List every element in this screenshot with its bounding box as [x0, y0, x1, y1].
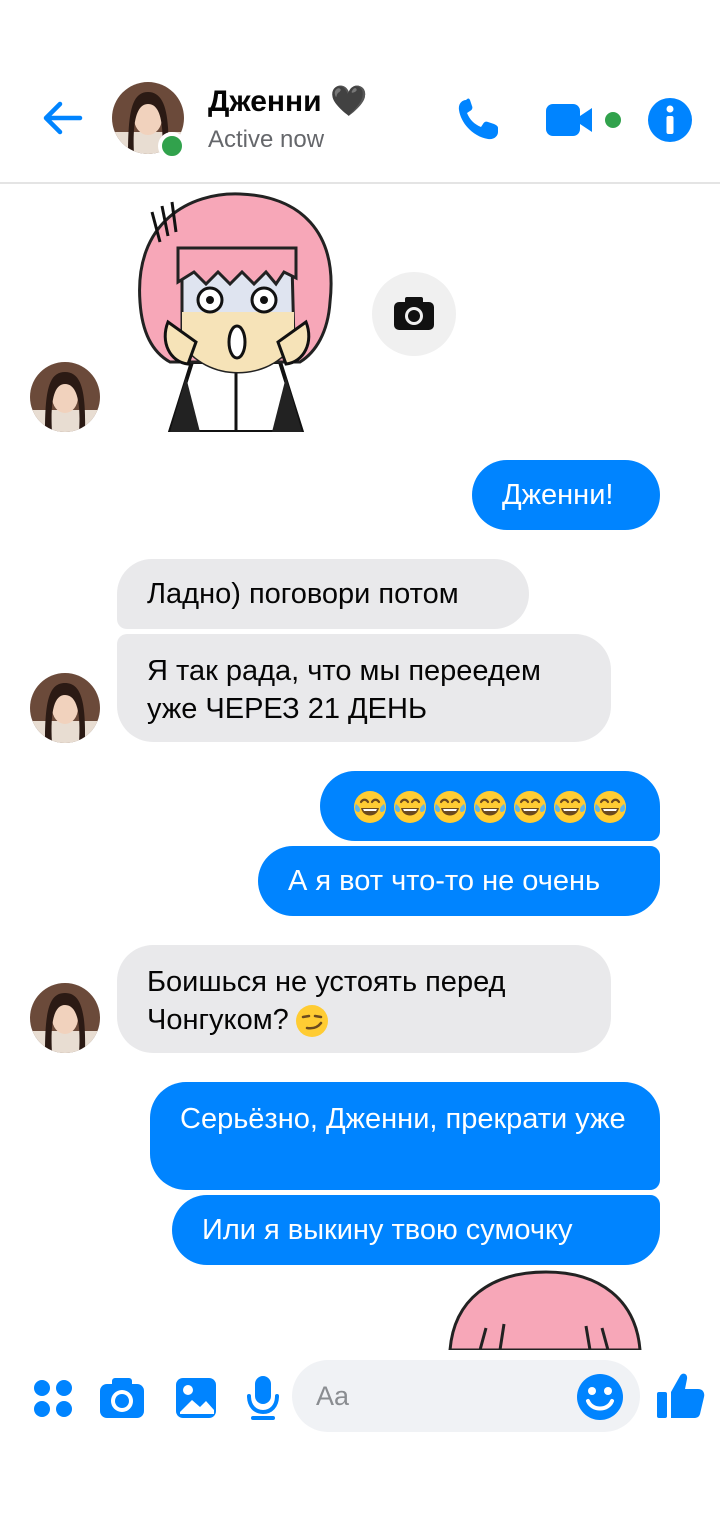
gallery-icon[interactable] — [174, 1372, 218, 1424]
contact-name[interactable]: Дженни 🖤 — [208, 84, 367, 119]
video-camera-icon[interactable] — [544, 94, 626, 146]
message-incoming[interactable]: Я так рада, что мы переедем уже ЧЕРЕЗ 21… — [117, 634, 611, 742]
message-outgoing[interactable]: А я вот что-то не очень — [258, 846, 660, 916]
message-incoming[interactable]: Ладно) поговори потом — [117, 559, 529, 629]
tears-of-joy-emoji-icon — [474, 791, 506, 824]
sticker-partial[interactable] — [440, 1270, 650, 1350]
info-icon[interactable] — [644, 94, 696, 146]
phone-icon[interactable] — [452, 94, 504, 146]
message-outgoing-emojis[interactable] — [320, 771, 660, 841]
microphone-icon[interactable] — [246, 1372, 280, 1424]
tears-of-joy-emoji-icon — [434, 791, 466, 824]
conversation-header: Дженни 🖤 Active now — [0, 0, 720, 184]
online-indicator — [158, 132, 186, 160]
contact-avatar-small[interactable] — [30, 983, 100, 1053]
tears-of-joy-emoji-icon — [394, 791, 426, 824]
contact-avatar-small[interactable] — [30, 673, 100, 743]
smirk-emoji-icon — [295, 1005, 328, 1038]
tears-of-joy-emoji-icon — [514, 791, 546, 824]
sticker-shocked-girl[interactable] — [130, 192, 340, 432]
tears-of-joy-emoji-icon — [354, 791, 386, 824]
apps-icon[interactable] — [30, 1372, 78, 1424]
camera-action-button[interactable] — [372, 272, 456, 356]
message-outgoing[interactable]: Или я выкину твою сумочку — [172, 1195, 660, 1265]
message-outgoing[interactable]: Дженни! — [472, 460, 660, 530]
message-outgoing[interactable]: Серьёзно, Дженни, прекрати уже — [150, 1082, 660, 1190]
active-status: Active now — [208, 126, 325, 153]
smiley-icon[interactable] — [576, 1373, 624, 1421]
tears-of-joy-emoji-icon — [594, 791, 626, 824]
message-input[interactable] — [316, 1378, 556, 1414]
camera-icon[interactable] — [98, 1372, 146, 1424]
message-incoming[interactable]: Боишься не устоять перед Чонгуком? — [117, 945, 611, 1053]
tears-of-joy-emoji-icon — [554, 791, 586, 824]
contact-avatar-small[interactable] — [30, 362, 100, 432]
camera-icon — [394, 297, 434, 330]
back-arrow-icon[interactable] — [38, 94, 86, 142]
thumbs-up-icon[interactable] — [654, 1370, 706, 1422]
tears-of-joy-emoji-row — [353, 787, 627, 825]
